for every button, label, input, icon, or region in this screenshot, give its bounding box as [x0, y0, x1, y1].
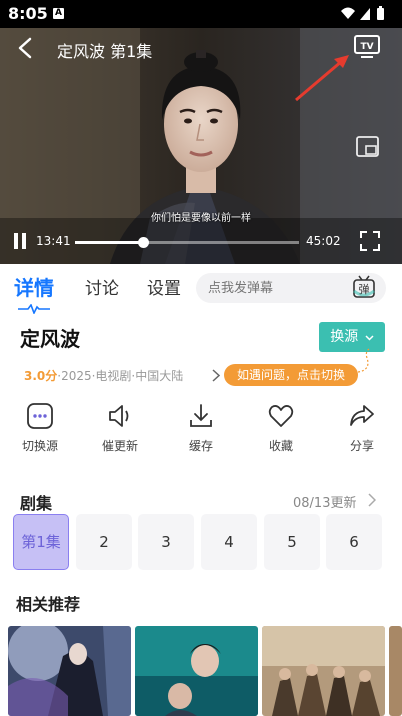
chevron-right-icon[interactable]: [212, 369, 220, 382]
download-icon: [190, 404, 212, 427]
related-title: 相关推荐: [16, 595, 81, 614]
switch-source-hint: 如遇问题，点击切换: [224, 364, 358, 386]
action-bar: 切换源 催更新 缓存 收藏 分享: [0, 402, 402, 462]
poster-image: [135, 626, 258, 716]
seek-progress: [75, 241, 144, 244]
poster-image: [8, 626, 131, 716]
player-controls: 13:41 45:02: [0, 227, 402, 257]
hint-pointer-icon: [357, 348, 370, 373]
meta-text: ·2025·电视剧·中国大陆: [57, 369, 184, 383]
episodes-update-text[interactable]: 08/13更新: [293, 492, 356, 511]
video-player[interactable]: 定风波 第1集 TV 你们怕是要像以前一样 13:41 45:02: [0, 28, 402, 264]
heart-icon: [268, 405, 294, 427]
episode-2[interactable]: 2: [76, 514, 132, 570]
video-subtitle: 你们怕是要像以前一样: [151, 213, 251, 224]
share-icon: [350, 405, 374, 426]
switch-source-label: 换源: [330, 329, 359, 345]
source-icon: [27, 403, 53, 429]
back-arrow-icon[interactable]: [14, 36, 38, 60]
share-action[interactable]: 分享: [322, 402, 402, 462]
action-label: 切换源: [21, 439, 58, 453]
fullscreen-icon[interactable]: [359, 230, 381, 252]
tab-discussion[interactable]: 讨论: [85, 274, 119, 299]
poster-image: [389, 626, 402, 716]
detail-tabs: 详情 讨论 设置 弹: [0, 264, 402, 314]
show-meta[interactable]: 3.0分·2025·电视剧·中国大陆: [24, 367, 229, 384]
action-label: 催更新: [101, 439, 138, 453]
pause-icon[interactable]: [12, 232, 28, 250]
danmaku-toggle-icon[interactable]: 弹: [352, 275, 376, 300]
status-time: 8:05: [8, 4, 48, 23]
switch-source-button[interactable]: 换源: [319, 322, 385, 352]
episode-5[interactable]: 5: [264, 514, 320, 570]
related-poster[interactable]: [8, 626, 131, 716]
chevron-down-icon: [365, 334, 374, 341]
show-title: 定风波: [20, 327, 80, 351]
seek-handle[interactable]: [138, 237, 150, 248]
tab-details[interactable]: 详情: [14, 272, 54, 301]
action-label: 缓存: [188, 439, 213, 453]
download-action[interactable]: 缓存: [161, 402, 241, 462]
chevron-right-icon[interactable]: [368, 493, 376, 507]
episode-3[interactable]: 3: [138, 514, 194, 570]
episodes-title: 剧集: [20, 494, 53, 513]
signal-battery-icons: [341, 6, 384, 20]
video-title: 定风波 第1集: [57, 42, 153, 61]
total-time: 45:02: [306, 234, 341, 248]
seek-bar[interactable]: [75, 237, 299, 248]
tab-active-indicator: [18, 304, 50, 314]
svg-text:弹: 弹: [359, 282, 370, 296]
favorite-action[interactable]: 收藏: [241, 402, 321, 462]
picture-in-picture-icon[interactable]: [355, 134, 381, 160]
related-poster[interactable]: [262, 626, 385, 716]
action-label: 分享: [349, 439, 374, 453]
switch-source-action[interactable]: 切换源: [0, 402, 80, 462]
urge-update-action[interactable]: 催更新: [80, 402, 160, 462]
svg-text:TV: TV: [360, 42, 373, 52]
notification-icon: A: [53, 8, 64, 19]
related-poster[interactable]: [135, 626, 258, 716]
tab-settings[interactable]: 设置: [147, 274, 181, 299]
current-time: 13:41: [36, 234, 71, 248]
episode-1[interactable]: 第1集: [13, 514, 69, 570]
episode-4[interactable]: 4: [201, 514, 257, 570]
poster-image: [262, 626, 385, 716]
action-label: 收藏: [268, 439, 293, 453]
episode-6[interactable]: 6: [326, 514, 382, 570]
status-bar: 8:05 A: [0, 0, 402, 28]
related-poster[interactable]: [389, 626, 402, 716]
rating: 3.0分: [24, 369, 58, 383]
megaphone-icon: [109, 405, 129, 427]
tv-cast-icon[interactable]: TV: [353, 34, 381, 60]
player-top-bar: 定风波 第1集 TV: [0, 28, 402, 68]
